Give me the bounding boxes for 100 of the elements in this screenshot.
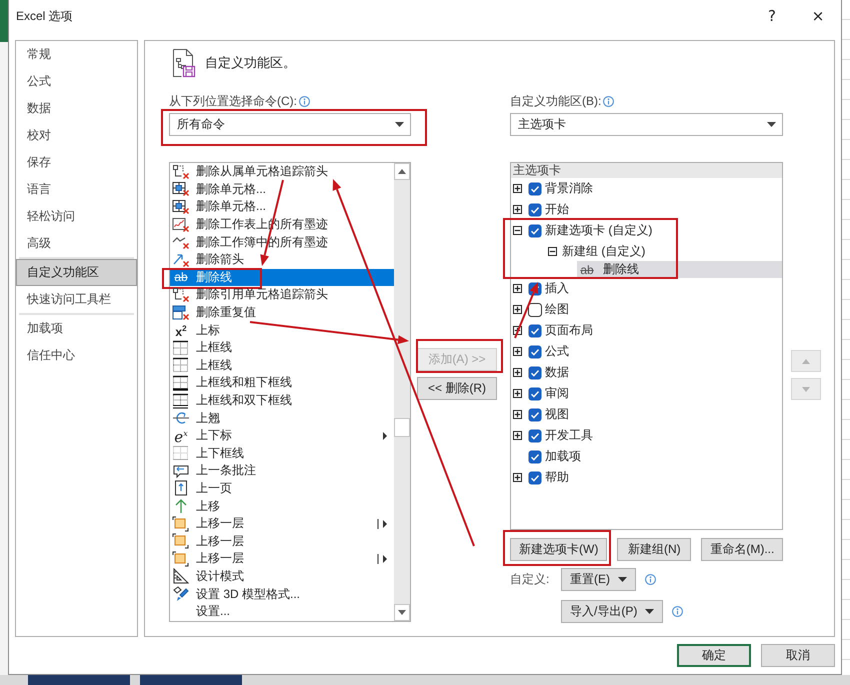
list-item[interactable]: ab 删除线: [170, 268, 394, 286]
tree-item[interactable]: 帮助: [511, 467, 782, 488]
tree-item[interactable]: 页面布局: [511, 320, 782, 341]
help-button[interactable]: ?: [749, 0, 795, 32]
expand-icon[interactable]: [513, 347, 522, 356]
collapse-icon[interactable]: [513, 226, 522, 235]
expand-icon[interactable]: [513, 389, 522, 398]
expand-icon[interactable]: [513, 205, 522, 214]
sidebar-item[interactable]: 快速访问工具栏: [16, 286, 137, 313]
expand-icon[interactable]: [513, 431, 522, 440]
checkbox[interactable]: [528, 224, 542, 238]
sidebar-item[interactable]: 信任中心: [16, 342, 137, 369]
checkbox[interactable]: [528, 182, 542, 196]
list-item[interactable]: 删除单元格...: [170, 180, 394, 198]
list-item[interactable]: e$^{x}$ 上下标: [170, 426, 394, 444]
list-item[interactable]: 上框线: [170, 338, 394, 357]
list-item[interactable]: 删除工作簿中的所有墨迹: [170, 233, 394, 251]
sidebar-item[interactable]: 数据: [16, 95, 137, 122]
checkbox[interactable]: [528, 470, 542, 484]
dropdown[interactable]: 主选项卡: [510, 113, 783, 136]
checkbox[interactable]: [528, 202, 542, 216]
tree-item[interactable]: ab 删除线: [577, 261, 782, 278]
info-icon[interactable]: [603, 96, 614, 106]
info-icon[interactable]: [645, 574, 656, 585]
expand-icon[interactable]: [513, 284, 522, 293]
sidebar-item[interactable]: 公式: [16, 68, 137, 95]
checkbox[interactable]: [528, 302, 542, 316]
checkbox[interactable]: [528, 324, 542, 338]
info-icon[interactable]: [672, 606, 684, 617]
checkbox[interactable]: [528, 344, 542, 358]
tree-action-button[interactable]: 重命名(M)...: [701, 538, 784, 561]
tree-item[interactable]: 视图: [511, 404, 782, 425]
dropdown[interactable]: 所有命令: [169, 113, 411, 136]
tree-action-button[interactable]: 新建选项卡(W): [510, 538, 608, 561]
tree-item[interactable]: 绘图: [511, 299, 782, 320]
brush-icon: [172, 586, 190, 602]
list-item[interactable]: 上框线和双下框线: [170, 392, 394, 410]
close-button[interactable]: ×: [795, 0, 841, 32]
import-export-button[interactable]: 导入/导出(P): [561, 600, 664, 623]
list-item[interactable]: 设计模式: [170, 568, 394, 586]
checkbox[interactable]: [528, 386, 542, 400]
list-item[interactable]: 上移一层: [170, 514, 394, 532]
sidebar-item[interactable]: 校对: [16, 122, 137, 149]
scroll-down-button[interactable]: [394, 604, 410, 621]
tree-item[interactable]: 数据: [511, 362, 782, 383]
expand-icon[interactable]: [513, 368, 522, 377]
list-item[interactable]: x$^{2}$ 上标: [170, 321, 394, 339]
expand-icon[interactable]: [513, 473, 522, 482]
dialog-button[interactable]: 确定: [677, 644, 751, 667]
sidebar-item[interactable]: 加载项: [16, 315, 137, 342]
list-item[interactable]: 删除箭头: [170, 250, 394, 269]
list-item[interactable]: 设置 3D 模型格式...: [170, 585, 394, 603]
reset-button[interactable]: 重置(E): [561, 568, 636, 591]
list-item[interactable]: 上翘: [170, 409, 394, 427]
sidebar-item[interactable]: 高级: [16, 230, 137, 257]
scrollbar-thumb[interactable]: [394, 418, 410, 437]
sidebar-item[interactable]: 语言: [16, 176, 137, 203]
list-item[interactable]: 删除引用单元格追踪箭头: [170, 286, 394, 304]
field-label: 从下列位置选择命令(C):: [169, 92, 297, 110]
tree-item[interactable]: 公式: [511, 341, 782, 362]
expand-icon[interactable]: [513, 410, 522, 419]
tree-item[interactable]: 开发工具: [511, 425, 782, 446]
list-item[interactable]: 上一页: [170, 480, 394, 498]
list-item[interactable]: 设置...: [170, 602, 394, 620]
sidebar-item[interactable]: 常规: [16, 41, 137, 68]
info-icon[interactable]: [299, 96, 310, 106]
list-item[interactable]: 上移一层: [170, 550, 394, 568]
scroll-up-button[interactable]: [394, 163, 410, 180]
exponent-icon: e$^{x}$: [172, 426, 190, 446]
tree-item[interactable]: 背景消除: [511, 178, 782, 199]
tree-item[interactable]: 审阅: [511, 383, 782, 404]
tree-item[interactable]: 开始: [511, 199, 782, 220]
tree-action-button[interactable]: 新建组(N): [617, 538, 692, 561]
scribble-cross-icon: [172, 216, 190, 233]
sidebar-item[interactable]: 保存: [16, 149, 137, 176]
checkbox[interactable]: [528, 450, 542, 464]
list-item[interactable]: 删除从属单元格追踪箭头: [170, 163, 394, 181]
superscript-icon: x$^{2}$: [172, 320, 190, 340]
list-item[interactable]: 上一条批注: [170, 462, 394, 480]
remove-button[interactable]: << 删除(R): [417, 377, 497, 400]
list-item[interactable]: 上框线: [170, 356, 394, 374]
tree-item[interactable]: 新建组 (自定义): [511, 241, 782, 261]
sidebar-item[interactable]: 自定义功能区: [16, 259, 137, 286]
checkbox[interactable]: [528, 408, 542, 422]
tree-item[interactable]: 加载项: [511, 446, 782, 467]
tree-item[interactable]: 新建选项卡 (自定义): [511, 220, 782, 241]
dialog-button[interactable]: 取消: [761, 644, 835, 667]
list-item[interactable]: 删除重复值: [170, 304, 394, 322]
list-item[interactable]: 上移一层: [170, 532, 394, 550]
expand-icon[interactable]: [513, 305, 522, 314]
checkbox[interactable]: [528, 366, 542, 380]
collapse-icon[interactable]: [548, 246, 557, 256]
expand-icon[interactable]: [513, 184, 522, 193]
tree-header: 主选项卡: [511, 163, 782, 178]
list-item[interactable]: 上下框线: [170, 444, 394, 462]
list-item[interactable]: 删除单元格...: [170, 198, 394, 216]
list-item[interactable]: 上移: [170, 497, 394, 515]
list-item[interactable]: 上框线和粗下框线: [170, 374, 394, 392]
checkbox[interactable]: [528, 428, 542, 442]
sidebar-item[interactable]: 轻松访问: [16, 203, 137, 230]
